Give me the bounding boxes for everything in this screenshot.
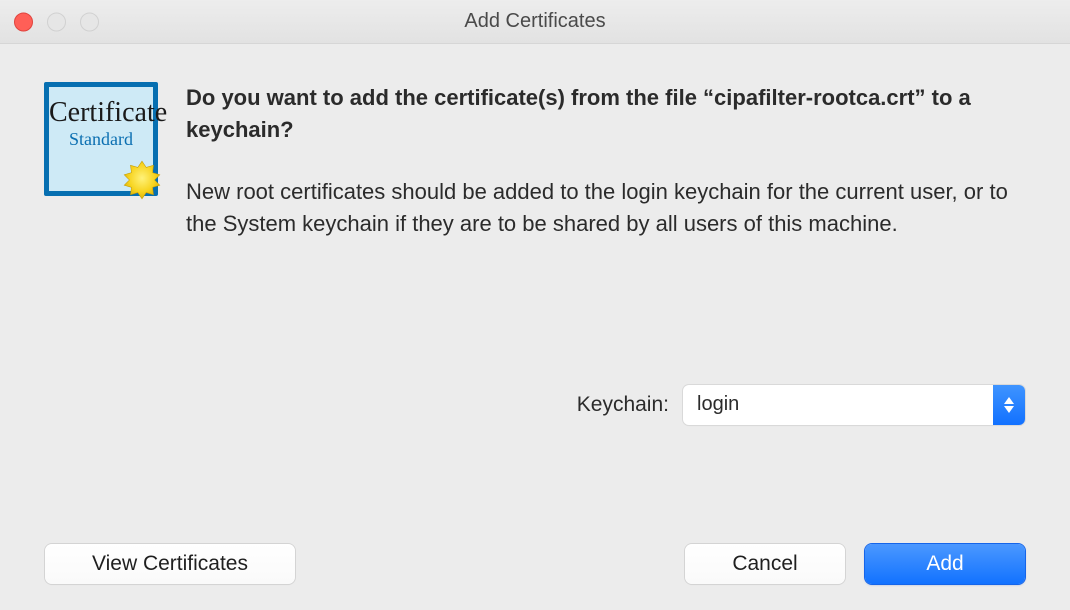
traffic-lights	[14, 12, 99, 31]
zoom-icon	[80, 12, 99, 31]
prompt-title: Do you want to add the certificate(s) fr…	[186, 82, 1026, 146]
keychain-label: Keychain:	[577, 393, 669, 417]
cancel-button[interactable]: Cancel	[685, 544, 845, 584]
certificate-icon-line1: Certificate	[49, 97, 153, 129]
keychain-row: Keychain: login	[0, 385, 1070, 425]
certificate-icon-line2: Standard	[49, 129, 153, 150]
dialog-text: Do you want to add the certificate(s) fr…	[186, 82, 1026, 240]
certificate-icon: Certificate Standard	[44, 82, 158, 196]
button-row: View Certificates Cancel Add	[0, 544, 1070, 584]
keychain-select-value: login	[683, 385, 993, 425]
titlebar: Add Certificates	[0, 0, 1070, 44]
window-title: Add Certificates	[464, 10, 605, 33]
minimize-icon	[47, 12, 66, 31]
add-button[interactable]: Add	[865, 544, 1025, 584]
seal-icon	[121, 159, 163, 201]
dialog-content: Certificate Standard Do you want to add …	[0, 44, 1070, 240]
keychain-select[interactable]: login	[683, 385, 1025, 425]
updown-chevron-icon	[993, 385, 1025, 425]
close-icon[interactable]	[14, 12, 33, 31]
prompt-description: New root certificates should be added to…	[186, 176, 1026, 240]
view-certificates-button[interactable]: View Certificates	[45, 544, 295, 584]
